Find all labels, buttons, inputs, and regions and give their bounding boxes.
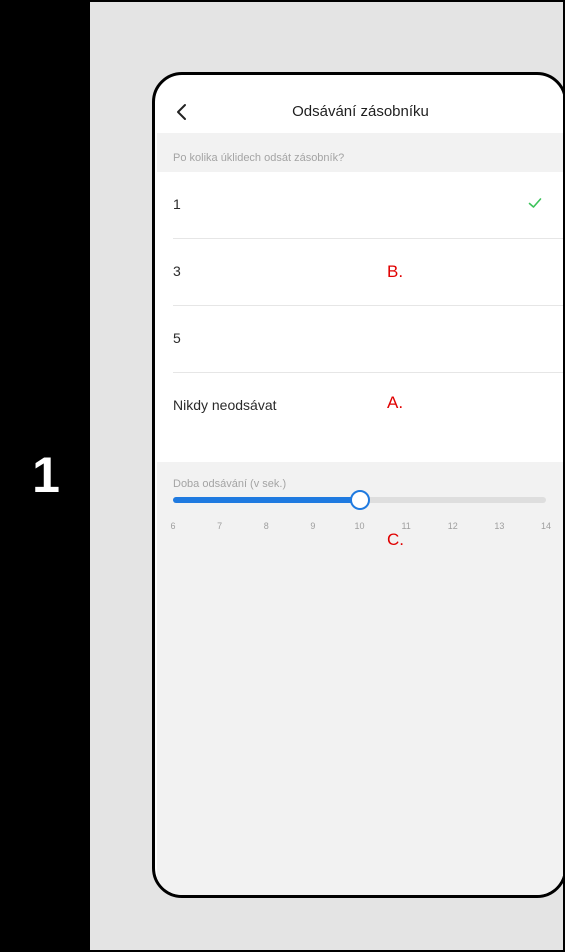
phone-frame: Odsávání zásobníku Po kolika úklidech od…: [152, 72, 563, 898]
option-1[interactable]: 1: [157, 172, 563, 239]
frequency-section-label: Po kolika úklidech odsát zásobník?: [173, 152, 345, 164]
duration-section-label: Doba odsávání (v sek.): [173, 478, 287, 490]
option-label: 5: [173, 330, 181, 346]
tick-label: 9: [310, 521, 316, 531]
duration-slider-thumb[interactable]: [349, 490, 370, 510]
nav-bar: Odsávání zásobníku: [157, 93, 563, 133]
instruction-frame: 1 Odsávání zásobníku Po kolika úklidech …: [0, 0, 565, 952]
option-3[interactable]: 3: [157, 239, 563, 306]
frequency-option-list: 1 3 5 Nikdy neodsávat: [157, 172, 563, 440]
empty-content-area: [157, 548, 563, 895]
option-5[interactable]: 5: [157, 306, 563, 373]
duration-slider-fill: [173, 497, 360, 503]
check-icon: [528, 198, 542, 208]
duration-tick-labels: 6 7 8 9 10 11 12 13 14: [170, 521, 551, 533]
app-screen: Odsávání zásobníku Po kolika úklidech od…: [157, 75, 563, 895]
step-number: 1: [32, 447, 60, 503]
duration-slider-section: Doba odsávání (v sek.) 6 7 8 9 10 11 12 13 14: [157, 462, 563, 548]
tick-label: 12: [447, 521, 458, 531]
page-title: Odsávání zásobníku: [292, 103, 429, 120]
tick-label: 10: [354, 521, 365, 531]
annotation-a: A.: [387, 393, 404, 412]
tick-label: 8: [263, 521, 269, 531]
tick-label: 6: [170, 521, 176, 531]
option-never[interactable]: Nikdy neodsávat: [157, 373, 563, 440]
frequency-section-header: Po kolika úklidech odsát zásobník?: [157, 133, 563, 172]
option-label: Nikdy neodsávat: [173, 397, 277, 413]
annotation-c: C.: [387, 530, 404, 549]
option-label: 1: [173, 196, 181, 212]
step-sidebar: 1: [2, 2, 90, 950]
tick-label: 13: [494, 521, 505, 531]
option-label: 3: [173, 263, 181, 279]
tick-label: 7: [217, 521, 223, 531]
annotation-b: B.: [387, 262, 404, 281]
tick-label: 14: [540, 521, 552, 531]
